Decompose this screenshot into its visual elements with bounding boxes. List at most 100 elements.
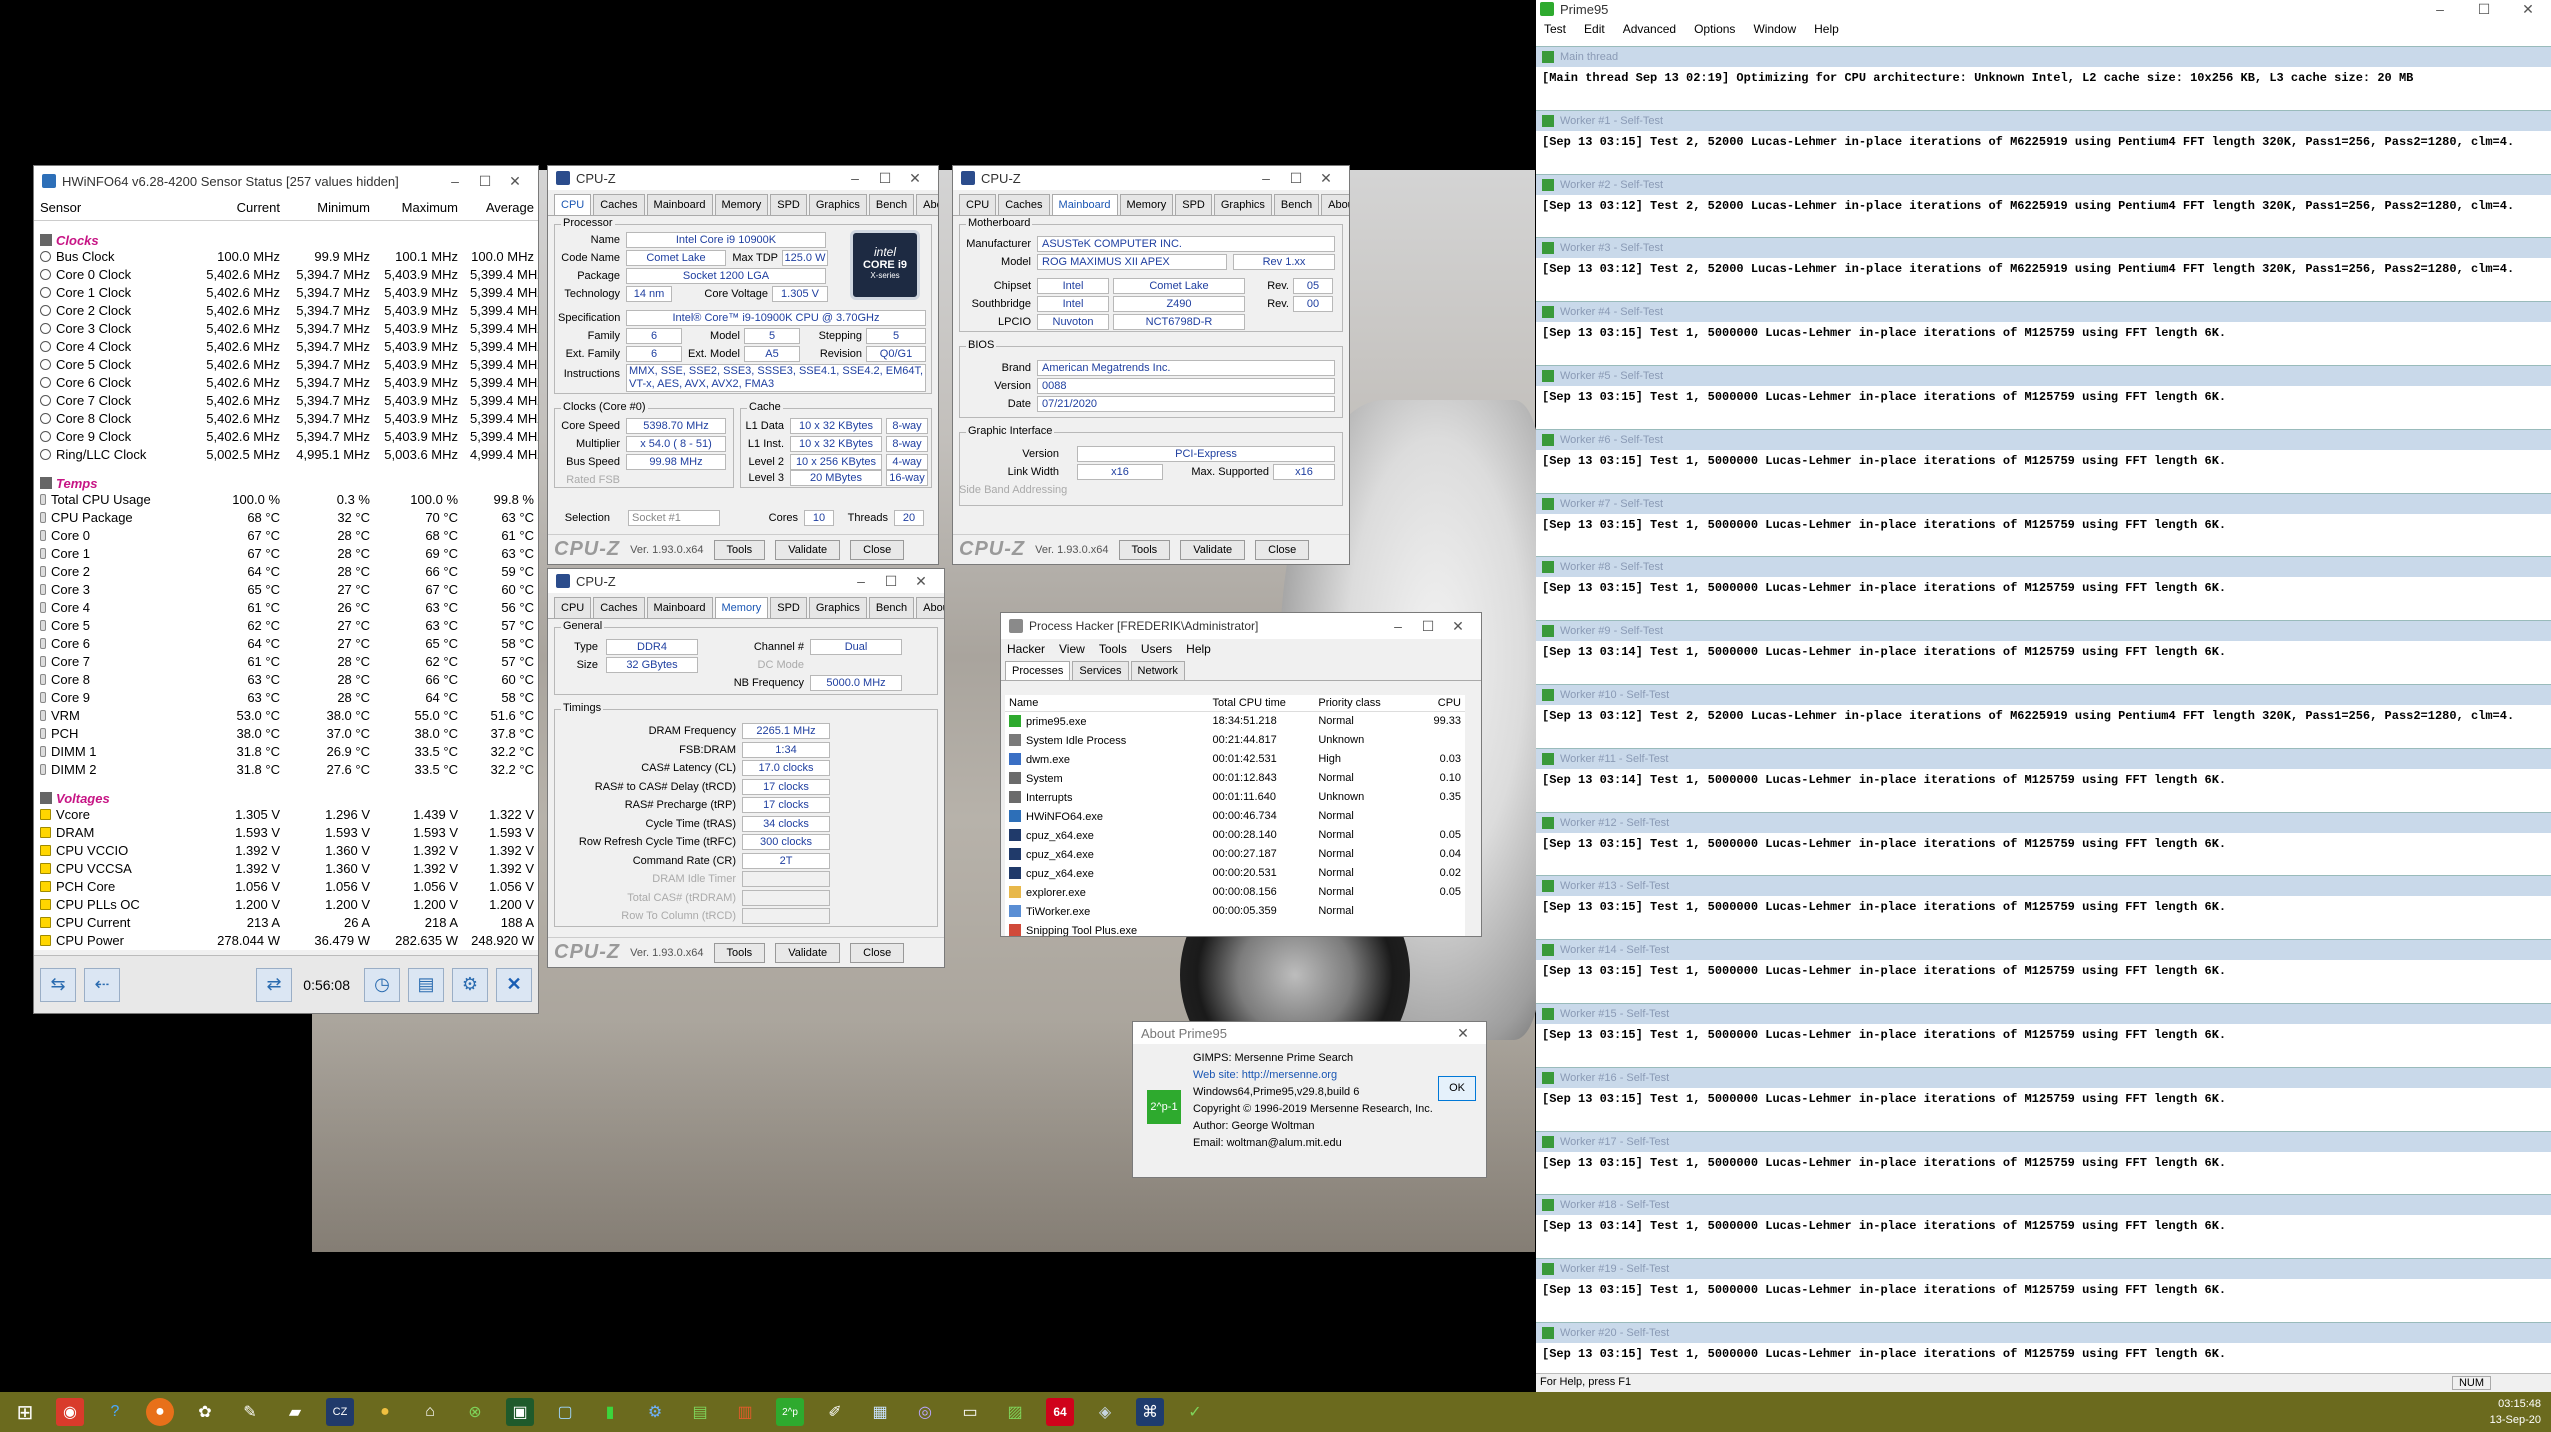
close-sensors-icon[interactable]: ✕ — [496, 967, 532, 1002]
app-circle-icon[interactable]: ◎ — [911, 1398, 939, 1426]
sensor-row[interactable]: Core 9 63 °C 28 °C 64 °C 58 °C — [34, 689, 538, 707]
xbox-icon[interactable]: ⊗ — [461, 1398, 489, 1426]
app-blue-icon[interactable]: ? — [101, 1398, 129, 1426]
worker-pane[interactable]: Worker #10 - Self-Test [Sep 13 03:12] Tes… — [1536, 684, 2551, 743]
sensor-row[interactable]: Core 0 67 °C 28 °C 68 °C 61 °C — [34, 527, 538, 545]
tab-mainboard[interactable]: Mainboard — [1051, 194, 1118, 215]
col-current[interactable]: Current — [194, 196, 286, 221]
menu-window[interactable]: Window — [1753, 22, 1796, 38]
process-table[interactable]: Name Total CPU time Priority class CPU p… — [1005, 695, 1465, 936]
worker-pane-titlebar[interactable]: Worker #13 - Self-Test — [1536, 876, 2551, 897]
clock-icon[interactable]: ◷ — [364, 967, 400, 1002]
sensor-row[interactable]: CPU VCCSA 1.392 V 1.360 V 1.392 V 1.392 V — [34, 860, 538, 878]
sensor-row[interactable]: DRAM 1.593 V 1.593 V 1.593 V 1.593 V — [34, 824, 538, 842]
sensor-row[interactable]: Core 5 62 °C 27 °C 63 °C 57 °C — [34, 617, 538, 635]
tab-graphics[interactable]: Graphics — [808, 194, 867, 215]
sensor-row[interactable]: CPU Power 278.044 W 36.479 W 282.635 W 248.9… — [34, 932, 538, 950]
process-row[interactable]: System Idle Process 00:21:44.817 Unknown — [1005, 731, 1465, 750]
tab-graphics[interactable]: Graphics — [1213, 194, 1272, 215]
process-row[interactable]: cpuz_x64.exe 00:00:27.187 Normal 0.04 — [1005, 845, 1465, 864]
validate-button[interactable]: Validate — [775, 539, 841, 560]
worker-pane-titlebar[interactable]: Worker #4 - Self-Test — [1536, 302, 2551, 323]
close-button[interactable]: Close — [850, 539, 905, 560]
worker-pane[interactable]: Worker #12 - Self-Test [Sep 13 03:15] Tes… — [1536, 811, 2551, 871]
close-button[interactable]: Close — [1255, 539, 1310, 560]
col-minimum[interactable]: Minimum — [286, 196, 376, 221]
tab-bench[interactable]: Bench — [868, 194, 915, 215]
worker-pane[interactable]: Worker #13 - Self-Test [Sep 13 03:15] Tes… — [1536, 875, 2551, 935]
firefox-icon[interactable]: ● — [146, 1398, 174, 1426]
network-icon[interactable]: ⇄ — [256, 967, 292, 1002]
prime95-taskbar-icon[interactable]: 2^p — [776, 1398, 804, 1426]
col-maximum[interactable]: Maximum — [376, 196, 464, 221]
close-button[interactable]: ✕ — [2513, 1, 2543, 18]
sensor-row[interactable]: Vcore 1.305 V 1.296 V 1.439 V 1.322 V — [34, 806, 538, 824]
worker-pane-titlebar[interactable]: Worker #19 - Self-Test — [1536, 1259, 2551, 1280]
app-terminal-icon[interactable]: ▣ — [506, 1398, 534, 1426]
hwinfo-taskbar-icon[interactable]: 64 — [1046, 1398, 1074, 1426]
app-check-icon[interactable]: ✓ — [1181, 1398, 1209, 1426]
sensor-row[interactable]: Core 4 Clock 5,402.6 MHz 5,394.7 MHz 5,403.… — [34, 338, 538, 356]
worker-pane-titlebar[interactable]: Worker #5 - Self-Test — [1536, 366, 2551, 386]
tools-button[interactable]: Tools — [713, 539, 766, 560]
menu-help[interactable]: Help — [1186, 642, 1211, 658]
tab-about[interactable]: About — [1321, 194, 1349, 215]
sensor-row[interactable]: CPU Package 68 °C 32 °C 70 °C 63 °C — [34, 509, 538, 527]
sensor-row[interactable]: Total CPU Usage 100.0 % 0.3 % 100.0 % 99.8 % — [34, 491, 538, 509]
menu-hacker[interactable]: Hacker — [1007, 642, 1045, 658]
worker-pane[interactable]: Worker #17 - Self-Test [Sep 13 03:15] Tes… — [1536, 1130, 2551, 1190]
worker-pane[interactable]: Worker #5 - Self-Test [Sep 13 03:15] Test… — [1536, 365, 2551, 424]
worker-pane-titlebar[interactable]: Worker #20 - Self-Test — [1536, 1323, 2551, 1343]
close-button[interactable]: ✕ — [1443, 618, 1473, 635]
worker-pane[interactable]: Worker #15 - Self-Test [Sep 13 03:15] Tes… — [1536, 1003, 2551, 1062]
tab-network[interactable]: Network — [1130, 661, 1185, 680]
prime95-titlebar[interactable]: Prime95 – ☐ ✕ — [1536, 0, 2551, 18]
cpuz-memory-window[interactable]: CPU-Z – ☐ ✕ CPU Caches Mainboard Memory SP… — [547, 568, 945, 968]
tab-mainboard[interactable]: Mainboard — [646, 597, 713, 618]
worker-pane-titlebar[interactable]: Worker #7 - Self-Test — [1536, 493, 2551, 514]
worker-pane-titlebar[interactable]: Worker #9 - Self-Test — [1536, 621, 2551, 642]
worker-pane-titlebar[interactable]: Worker #14 - Self-Test — [1536, 940, 2551, 961]
worker-pane[interactable]: Worker #18 - Self-Test [Sep 13 03:14] Tes… — [1536, 1194, 2551, 1254]
sensor-row[interactable]: Core 6 Clock 5,402.6 MHz 5,394.7 MHz 5,403.… — [34, 374, 538, 392]
app-code-icon[interactable]: ⌘ — [1136, 1398, 1164, 1426]
maximize-button[interactable]: ☐ — [470, 173, 500, 190]
close-button[interactable]: ✕ — [1311, 170, 1341, 187]
sensor-row[interactable]: Core 6 64 °C 27 °C 65 °C 58 °C — [34, 635, 538, 653]
steam-icon[interactable]: ◈ — [1091, 1398, 1119, 1426]
worker-pane[interactable]: Worker #2 - Self-Test [Sep 13 03:12] Test… — [1536, 173, 2551, 233]
sensor-row[interactable]: Core 2 64 °C 28 °C 66 °C 59 °C — [34, 563, 538, 581]
sensor-category[interactable]: Clocks — [34, 220, 538, 248]
socket-select[interactable]: Socket #1 — [628, 510, 720, 526]
minimize-button[interactable]: – — [1251, 170, 1281, 187]
menu-options[interactable]: Options — [1694, 22, 1735, 38]
tab-memory[interactable]: Memory — [714, 194, 769, 215]
sensor-row[interactable]: Core 4 61 °C 26 °C 63 °C 56 °C — [34, 599, 538, 617]
menu-help[interactable]: Help — [1814, 22, 1839, 38]
main-thread-pane[interactable]: Main thread [Main thread Sep 13 02:19] Op… — [1536, 46, 2551, 105]
sensor-category[interactable]: Temps — [34, 464, 538, 491]
menu-test[interactable]: Test — [1544, 22, 1566, 38]
close-button[interactable]: ✕ — [1448, 1025, 1478, 1042]
worker-pane-titlebar[interactable]: Main thread — [1536, 47, 2551, 67]
app-settings-icon[interactable]: ⚙ — [641, 1398, 669, 1426]
maximize-button[interactable]: ☐ — [2469, 1, 2499, 18]
app-tiles-icon[interactable]: ▦ — [866, 1398, 894, 1426]
tab-caches[interactable]: Caches — [593, 597, 645, 618]
sensor-row[interactable]: Core 1 Clock 5,402.6 MHz 5,394.7 MHz 5,403.… — [34, 284, 538, 302]
worker-pane[interactable]: Worker #8 - Self-Test [Sep 13 03:15] Test… — [1536, 556, 2551, 616]
tab-services[interactable]: Services — [1072, 661, 1129, 680]
tab-mainboard[interactable]: Mainboard — [646, 194, 713, 215]
close-button[interactable]: ✕ — [900, 170, 930, 187]
tab-spd[interactable]: SPD — [770, 597, 807, 618]
process-row[interactable]: dwm.exe 00:01:42.531 High 0.03 — [1005, 750, 1465, 769]
tab-spd[interactable]: SPD — [1175, 194, 1212, 215]
sensor-row[interactable]: Core 9 Clock 5,402.6 MHz 5,394.7 MHz 5,403.… — [34, 428, 538, 446]
tab-memory[interactable]: Memory — [714, 597, 769, 618]
worker-pane[interactable]: Worker #4 - Self-Test [Sep 13 03:15] Test… — [1536, 301, 2551, 361]
process-hacker-window[interactable]: Process Hacker [FREDERIK\Administrator] … — [1000, 612, 1482, 937]
worker-pane-titlebar[interactable]: Worker #16 - Self-Test — [1536, 1067, 2551, 1088]
worker-pane-titlebar[interactable]: Worker #18 - Self-Test — [1536, 1195, 2551, 1216]
sensor-row[interactable]: Core 3 65 °C 27 °C 67 °C 60 °C — [34, 581, 538, 599]
tab-about[interactable]: About — [916, 194, 938, 215]
